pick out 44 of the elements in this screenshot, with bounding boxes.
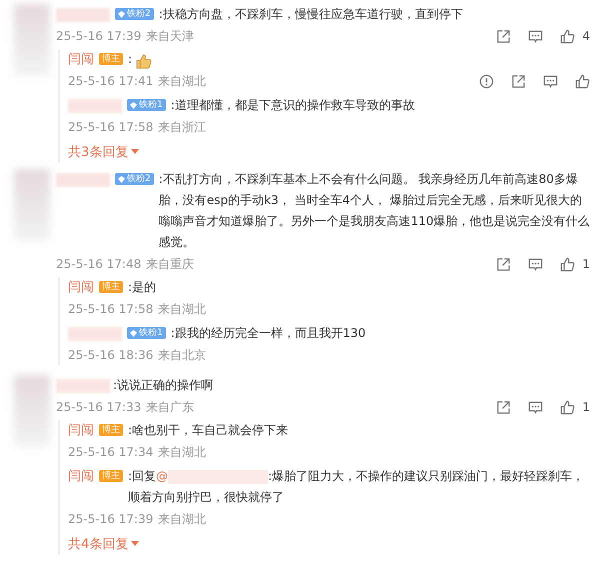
user-badge: 铁粉1 <box>127 99 166 111</box>
reply-author[interactable]: 闫闯 <box>68 49 94 70</box>
reply-location: 来自浙江 <box>158 119 206 136</box>
reply-author[interactable]: 闫闯 <box>68 420 94 441</box>
reply-time: 25-5-16 18:36 <box>68 347 154 364</box>
reply-text: :啥也别干，车自己就会停下来 <box>128 422 290 439</box>
reply-time: 25-5-16 17:34 <box>68 444 154 461</box>
more-replies-link[interactable]: 共3条回复 <box>68 141 140 163</box>
reply-location: 来自湖北 <box>158 444 206 461</box>
reply-author[interactable]: 闫闯 <box>68 466 94 487</box>
reply-time: 25-5-16 17:39 <box>68 511 154 528</box>
comment-time: 25-5-16 17:39 <box>56 28 142 45</box>
comment-location: 来自重庆 <box>146 256 194 273</box>
reply-text: :回复@ :爆胎了阻力大，不操作的建议只别踩油门，最好轻踩刹车，顺着方向别拧巴，很快就停了 <box>128 468 586 506</box>
reply-location: 来自湖北 <box>158 301 206 318</box>
user-badge: 铁粉2 <box>115 173 154 185</box>
reply-time: 25-5-16 17:41 <box>68 73 154 90</box>
user-badge: 铁粉2 <box>115 8 154 20</box>
reply-text: :跟我的经历完全一样，而且我开130 <box>170 325 367 342</box>
comment-location: 来自天津 <box>146 28 194 45</box>
reply-text: :是的 <box>128 279 158 296</box>
comment-time: 25-5-16 17:48 <box>56 256 142 273</box>
reply-location: 来自湖北 <box>158 511 206 528</box>
user-badge: 博主 <box>99 281 123 293</box>
like-count: 1 <box>582 399 590 416</box>
reply-time: 25-5-16 17:58 <box>68 301 154 318</box>
more-replies-link[interactable]: 共4条回复 <box>68 533 140 555</box>
user-badge: 博主 <box>99 424 123 436</box>
comment-text: :扶稳方向盘，不踩刹车，慢慢往应急车道行驶，直到停下 <box>158 6 464 23</box>
reply-text: : <box>128 51 132 68</box>
comment-location: 来自广东 <box>146 399 194 416</box>
comment-time: 25-5-16 17:33 <box>56 399 142 416</box>
comment-text: :说说正确的操作啊 <box>113 377 214 394</box>
user-badge: 博主 <box>99 470 123 482</box>
like-count: 4 <box>582 28 590 45</box>
reply-text: :道理都懂，都是下意识的操作救车导致的事故 <box>170 97 416 114</box>
reply-location: 来自湖北 <box>158 73 206 90</box>
reply-location: 来自北京 <box>158 347 206 364</box>
comment-text: :不乱打方向，不踩刹车基本上不会有什么问题。 我亲身经历几年前高速80多爆胎，没有esp的手动k3， 当时全车4个人， 爆胎过后完全无感，后来听见很大的嗡嗡声音才知道爆胎了。另外一个是我朋友高速110爆胎，他也是说完全没有什么感觉。 <box>158 171 590 251</box>
reply-author[interactable]: 闫闯 <box>68 277 94 298</box>
reply-time: 25-5-16 17:58 <box>68 119 154 136</box>
user-badge: 博主 <box>99 53 123 65</box>
like-count: 1 <box>582 256 590 273</box>
user-badge: 铁粉1 <box>127 327 166 339</box>
